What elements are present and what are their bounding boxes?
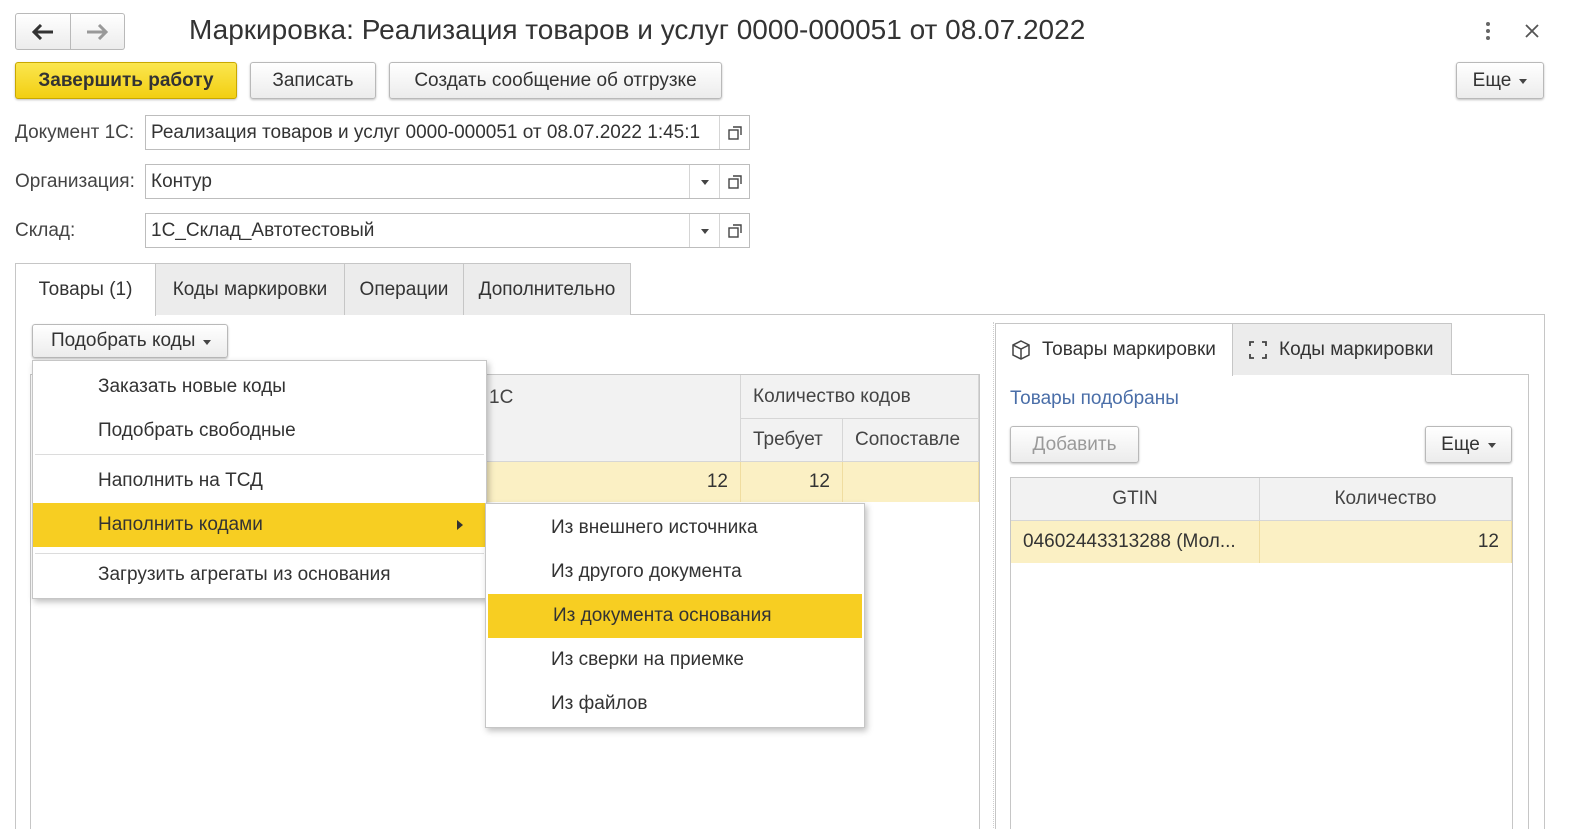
forward-button[interactable] [70, 13, 125, 50]
doc-field[interactable]: Реализация товаров и услуг 0000-000051 о… [145, 115, 750, 150]
close-icon[interactable] [1521, 20, 1543, 42]
open-icon[interactable] [719, 214, 749, 247]
org-value: Контур [151, 170, 212, 192]
more-vert-icon[interactable] [1477, 20, 1499, 42]
menu-item-fill-codes-label: Наполнить кодами [98, 514, 263, 535]
tab-right-marking-codes[interactable]: Коды маркировки [1232, 323, 1452, 375]
menu-item-pick-free[interactable]: Подобрать свободные [33, 409, 486, 453]
col-required-header[interactable]: Требует [741, 419, 843, 462]
window-title: Маркировка: Реализация товаров и услуг 0… [189, 14, 1086, 45]
arrow-left-icon [31, 23, 53, 40]
open-icon[interactable] [719, 116, 749, 149]
tab-additional[interactable]: Дополнительно [463, 263, 631, 315]
box-icon [1012, 340, 1030, 360]
open-icon[interactable] [719, 165, 749, 198]
cell-matched[interactable] [843, 462, 979, 502]
right-more-label: Еще [1441, 433, 1480, 455]
tab-marking-goods[interactable]: Товары маркировки [995, 323, 1233, 376]
col-qty-header[interactable]: Количество [1260, 478, 1512, 521]
col-matched-header[interactable]: Сопоставле [843, 419, 979, 462]
menu-item-order-new-codes[interactable]: Заказать новые коды [33, 365, 486, 409]
back-button[interactable] [15, 13, 71, 50]
submenu-item-acceptance-check[interactable]: Из сверки на приемке [486, 638, 864, 682]
submenu-arrow-icon [457, 520, 463, 530]
doc-label: Документ 1С: [15, 122, 135, 143]
menu-item-load-aggregates[interactable]: Загрузить агрегаты из основания [33, 553, 486, 597]
tab-right-marking-codes-label: Коды маркировки [1279, 338, 1434, 360]
cell-gtin[interactable]: 04602443313288 (Мол... [1011, 521, 1260, 563]
tab-marking-codes[interactable]: Коды маркировки [155, 263, 345, 315]
warehouse-value: 1С_Склад_Автотестовый [151, 219, 375, 241]
finish-button[interactable]: Завершить работу [15, 62, 237, 99]
doc-value: Реализация товаров и услуг 0000-000051 о… [151, 121, 701, 143]
chevron-down-icon [1487, 443, 1496, 448]
org-field[interactable]: Контур [145, 164, 750, 199]
arrow-right-icon [87, 23, 109, 40]
fill-codes-submenu: Из внешнего источника Из другого докумен… [485, 503, 865, 728]
menu-separator [35, 454, 484, 455]
chevron-down-icon [1519, 79, 1528, 84]
col-codes-header[interactable]: Количество кодов [741, 375, 979, 419]
pick-codes-menu: Заказать новые коды Подобрать свободные … [32, 360, 487, 599]
warehouse-label: Склад: [15, 220, 76, 241]
org-label: Организация: [15, 171, 135, 192]
dropdown-icon[interactable] [689, 165, 719, 198]
cell-qty[interactable]: 12 [487, 462, 741, 502]
nav-buttons [15, 13, 125, 50]
submenu-item-base-document[interactable]: Из документа основания [488, 594, 862, 638]
add-button[interactable]: Добавить [1010, 426, 1139, 463]
more-label: Еще [1472, 69, 1512, 91]
submenu-item-other-document[interactable]: Из другого документа [486, 550, 864, 594]
menu-item-fill-codes[interactable]: Наполнить кодами [33, 503, 486, 547]
pick-codes-label: Подобрать коды [51, 330, 196, 351]
col-1c-header[interactable]: 1С [487, 375, 741, 462]
cell-required[interactable]: 12 [741, 462, 843, 502]
menu-item-fill-tsd[interactable]: Наполнить на ТСД [33, 459, 486, 503]
create-shipment-message-button[interactable]: Создать сообщение об отгрузке [389, 62, 722, 99]
right-more-button[interactable]: Еще [1425, 426, 1512, 463]
save-button[interactable]: Записать [250, 62, 376, 99]
submenu-item-from-files[interactable]: Из файлов [486, 682, 864, 726]
chevron-down-icon [203, 339, 212, 345]
more-button[interactable]: Еще [1456, 62, 1544, 99]
cell-gtin-qty[interactable]: 12 [1260, 521, 1512, 563]
col-gtin-header[interactable]: GTIN [1011, 478, 1260, 521]
goods-picked-status: Товары подобраны [1010, 388, 1179, 409]
tab-operations[interactable]: Операции [344, 263, 464, 315]
scan-frame-icon [1249, 340, 1267, 359]
warehouse-field[interactable]: 1С_Склад_Автотестовый [145, 213, 750, 248]
pick-codes-button[interactable]: Подобрать коды [32, 324, 228, 358]
dropdown-icon[interactable] [689, 214, 719, 247]
tab-goods[interactable]: Товары (1) [15, 263, 156, 316]
tab-marking-goods-label: Товары маркировки [1042, 339, 1216, 360]
submenu-item-external-source[interactable]: Из внешнего источника [486, 506, 864, 550]
